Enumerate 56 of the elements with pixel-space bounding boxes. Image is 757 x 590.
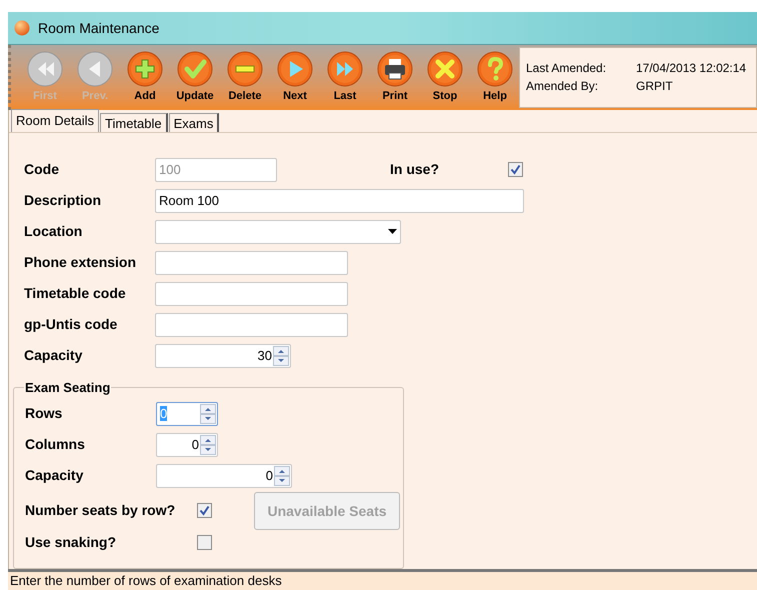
checkbox[interactable]: [197, 534, 212, 550]
amended-by-value: GRPIT: [636, 78, 674, 95]
printer-icon: [377, 51, 413, 87]
spin-field[interactable]: 0: [156, 432, 218, 456]
field-label: Rows: [25, 404, 64, 423]
tab[interactable]: Exams: [168, 113, 220, 132]
dropdown-caret-icon: [388, 229, 397, 234]
x-icon: [427, 51, 463, 87]
toolbar-button[interactable]: Print: [371, 51, 419, 110]
checkbox[interactable]: [508, 162, 523, 177]
amended-by-label: Amended By:: [526, 78, 600, 95]
toolbar-button[interactable]: Update: [171, 51, 219, 110]
field-label: Phone extension: [24, 253, 138, 272]
tab[interactable]: Timetable: [100, 113, 168, 132]
plus-icon: [127, 51, 163, 87]
spin-field[interactable]: 0: [156, 464, 292, 488]
toolbar-button[interactable]: Next: [271, 51, 319, 110]
spin-arrows-icon[interactable]: [200, 404, 216, 424]
last-amended-label: Last Amended:: [526, 60, 608, 77]
spin-arrows-icon[interactable]: [200, 434, 216, 454]
field-label: In use?: [390, 160, 440, 179]
spin-field[interactable]: 30: [155, 344, 291, 368]
field-label: Capacity: [24, 346, 84, 365]
text-field[interactable]: [155, 312, 348, 336]
text-field[interactable]: Room 100: [155, 188, 524, 212]
status-text: Enter the number of rows of examination desks: [10, 572, 282, 589]
field-label: Timetable code: [24, 284, 127, 303]
checkbox-label: Use snaking?: [25, 532, 118, 552]
toolbar-button[interactable]: Help: [471, 51, 519, 110]
fast-forward-icon: [327, 51, 363, 87]
checkbox[interactable]: [197, 502, 212, 518]
minus-icon: [227, 51, 263, 87]
rewind-icon: [27, 51, 63, 87]
app-icon: [14, 20, 30, 36]
toolbar-button[interactable]: Last: [321, 51, 369, 110]
tab[interactable]: Room Details: [11, 109, 100, 132]
toolbar-button[interactable]: Delete: [221, 51, 269, 110]
toolbar-button[interactable]: Add: [121, 51, 169, 110]
field-label: Capacity: [25, 466, 84, 485]
checkmark-icon: [177, 51, 213, 87]
field-label: Location: [24, 222, 84, 241]
window-title: Room Maintenance: [38, 18, 160, 38]
text-field[interactable]: [155, 250, 348, 274]
field-label: Columns: [25, 435, 86, 454]
text-field[interactable]: [155, 282, 348, 306]
last-amended-value: 17/04/2013 12:02:14: [636, 60, 748, 77]
question-mark-icon: [477, 51, 513, 87]
spin-arrows-icon[interactable]: [274, 466, 290, 486]
toolbar-button[interactable]: Stop: [421, 51, 469, 110]
play-icon: [277, 51, 313, 87]
field-label: Description: [24, 191, 102, 210]
checkbox-label: Number seats by row?: [25, 500, 176, 520]
triangle-left-icon: [77, 51, 113, 87]
field-label: Code: [24, 160, 60, 179]
field-label: gp-Untis code: [24, 315, 118, 334]
spin-arrows-icon[interactable]: [273, 346, 289, 366]
